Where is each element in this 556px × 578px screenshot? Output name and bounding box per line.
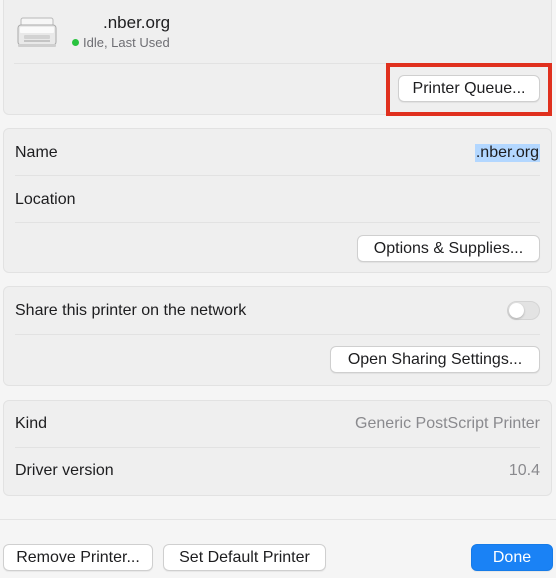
name-row: Name .nber.org xyxy=(15,139,540,166)
kind-row: Kind Generic PostScript Printer xyxy=(15,410,540,437)
set-default-printer-button[interactable]: Set Default Printer xyxy=(163,544,326,571)
printer-status-text: Idle, Last Used xyxy=(83,35,170,50)
kind-label: Kind xyxy=(15,414,48,432)
toggle-knob xyxy=(509,303,524,318)
printer-name: .nber.org xyxy=(103,13,171,32)
details-divider-1 xyxy=(15,175,540,176)
share-toggle[interactable] xyxy=(507,301,540,320)
status-dot-icon xyxy=(72,39,79,46)
remove-printer-button[interactable]: Remove Printer... xyxy=(3,544,153,571)
driver-value: 10.4 xyxy=(508,461,540,479)
info-divider xyxy=(15,447,540,448)
share-row: Share this printer on the network xyxy=(15,297,540,324)
printer-queue-button[interactable]: Printer Queue... xyxy=(398,75,540,102)
sharing-panel: Share this printer on the network Open S… xyxy=(3,286,552,386)
open-sharing-settings-button[interactable]: Open Sharing Settings... xyxy=(330,346,540,373)
options-supplies-button[interactable]: Options & Supplies... xyxy=(357,235,540,262)
done-button[interactable]: Done xyxy=(471,544,553,571)
driver-label: Driver version xyxy=(15,461,114,479)
kind-value: Generic PostScript Printer xyxy=(355,414,540,432)
sharing-divider xyxy=(15,334,540,335)
location-value[interactable] xyxy=(360,190,540,210)
share-label: Share this printer on the network xyxy=(15,301,247,319)
name-value[interactable]: .nber.org xyxy=(474,143,540,162)
details-divider-2 xyxy=(15,222,540,223)
details-panel: Name .nber.org Location Options & Suppli… xyxy=(3,128,552,273)
name-label: Name xyxy=(15,143,58,161)
footer-divider xyxy=(0,519,556,520)
printer-status: Idle, Last Used xyxy=(72,35,170,50)
info-panel: Kind Generic PostScript Printer Driver v… xyxy=(3,400,552,496)
location-label: Location xyxy=(15,190,76,208)
printer-icon xyxy=(17,17,57,49)
location-row: Location xyxy=(15,186,540,213)
driver-row: Driver version 10.4 xyxy=(15,457,540,484)
header-divider xyxy=(14,63,542,64)
